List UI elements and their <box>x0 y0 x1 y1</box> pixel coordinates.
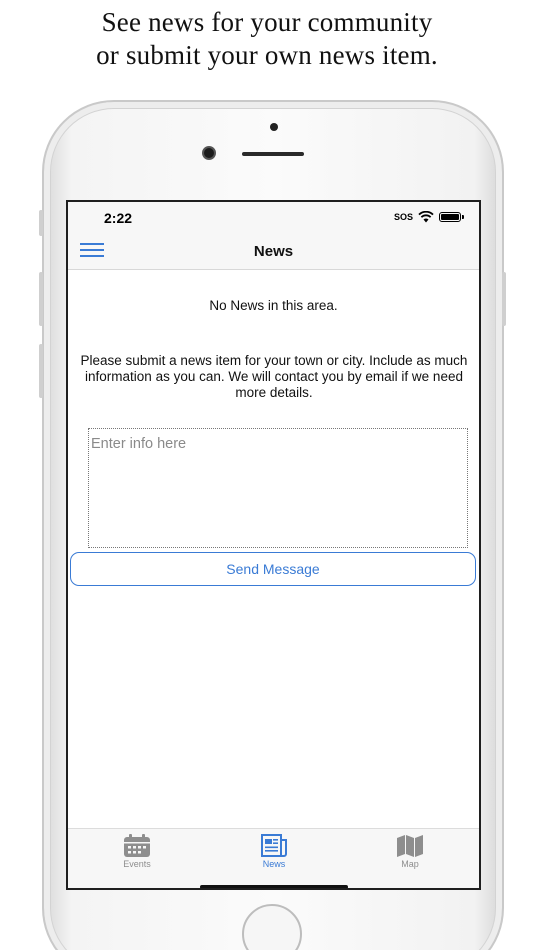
status-indicators: SOS <box>393 211 464 223</box>
submission-instructions: Please submit a news item for your town … <box>80 353 468 400</box>
tab-news[interactable]: News <box>234 829 314 875</box>
navigation-bar: News <box>68 232 479 270</box>
home-indicator <box>200 885 348 888</box>
tab-map[interactable]: Map <box>370 829 450 875</box>
status-bar: 2:22 SOS <box>68 202 479 232</box>
proximity-sensor <box>270 123 278 131</box>
volume-up-button <box>39 272 43 326</box>
status-time: 2:22 <box>104 210 133 226</box>
newspaper-icon <box>261 834 287 857</box>
wifi-icon <box>418 211 434 223</box>
send-message-button[interactable]: Send Message <box>70 552 476 586</box>
tab-events[interactable]: Events <box>97 829 177 875</box>
sos-indicator: SOS <box>393 212 413 222</box>
volume-down-button <box>39 344 43 398</box>
map-icon <box>397 835 423 857</box>
tab-label-map: Map <box>401 859 419 869</box>
page-title: News <box>253 243 294 260</box>
front-camera <box>202 146 216 160</box>
news-info-input[interactable] <box>88 428 468 548</box>
caption-line-2: or submit your own news item. <box>96 40 438 70</box>
app-screen: 2:22 SOS News No News in this area. Plea… <box>66 200 481 890</box>
calendar-icon <box>124 834 150 857</box>
caption-line-1: See news for your community <box>101 7 433 37</box>
tab-label-news: News <box>262 859 286 869</box>
tab-bar: Events News Map <box>68 828 479 888</box>
battery-icon <box>439 212 464 222</box>
earpiece-speaker <box>242 152 304 156</box>
silent-switch <box>39 210 43 236</box>
tab-label-events: Events <box>123 859 151 869</box>
marketing-caption: See news for your community or submit yo… <box>0 6 534 72</box>
power-button <box>502 272 506 326</box>
empty-news-message: No News in this area. <box>209 298 338 313</box>
